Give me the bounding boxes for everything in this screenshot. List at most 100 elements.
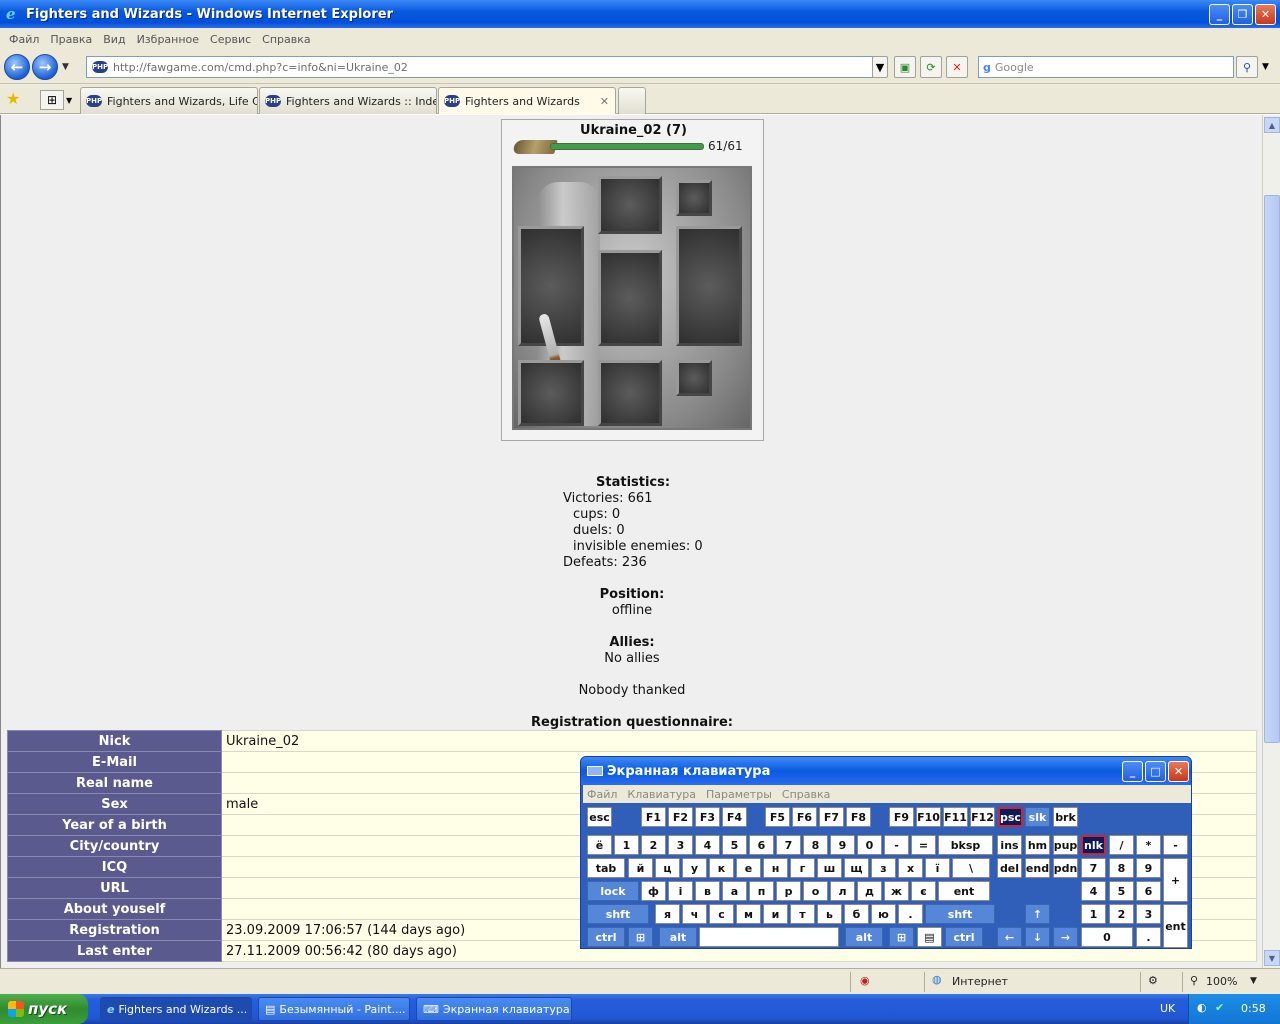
osk-key[interactable]: alt (659, 927, 697, 947)
back-button[interactable]: ← (4, 54, 30, 80)
clock[interactable]: 0:58 (1241, 1002, 1266, 1015)
osk-key[interactable]: shft (925, 904, 995, 924)
favorites-star-icon[interactable]: ★ (6, 89, 20, 108)
osk-key[interactable]: п (749, 881, 774, 901)
osk-key[interactable]: р (776, 881, 801, 901)
osk-key[interactable]: 6 (1136, 881, 1161, 901)
page-scrollbar[interactable]: ▲ ▼ (1262, 115, 1280, 968)
osk-key[interactable]: 3 (1136, 904, 1161, 924)
osk-key[interactable]: F11 (943, 807, 968, 827)
search-input[interactable]: g Google (978, 56, 1234, 78)
task-paint[interactable]: ▤ Безымянный - Paint.... (258, 997, 410, 1021)
osk-menu-help[interactable]: Справка (782, 788, 830, 801)
osk-down-arrow-icon[interactable]: ↓ (1025, 927, 1050, 947)
osk-key[interactable]: / (1109, 835, 1134, 855)
scroll-thumb[interactable] (1264, 195, 1280, 743)
osk-menu-key-icon[interactable]: ▤ (917, 927, 942, 947)
forward-button[interactable]: → (32, 54, 58, 80)
osk-key[interactable]: F1 (641, 807, 666, 827)
osk-key[interactable]: і (668, 881, 693, 901)
osk-key[interactable]: bksp (938, 835, 993, 855)
osk-key[interactable]: F9 (889, 807, 914, 827)
osk-key[interactable]: shft (587, 904, 649, 924)
osk-key[interactable]: б (844, 904, 869, 924)
osk-key[interactable]: я (655, 904, 680, 924)
osk-key[interactable]: ї (925, 858, 950, 878)
osk-key[interactable]: del (997, 858, 1022, 878)
osk-key[interactable]: 0 (1081, 927, 1133, 947)
osk-key[interactable]: ж (884, 881, 909, 901)
osk-key[interactable]: з (871, 858, 896, 878)
osk-key[interactable]: и (763, 904, 788, 924)
osk-key[interactable]: 5 (722, 835, 747, 855)
menu-favorites[interactable]: Избранное (137, 33, 199, 46)
osk-key[interactable]: ф (641, 881, 666, 901)
osk-space-key[interactable] (699, 927, 839, 947)
language-indicator[interactable]: UK (1160, 1002, 1175, 1015)
osk-key[interactable]: х (898, 858, 923, 878)
osk-key[interactable]: н (763, 858, 788, 878)
osk-key[interactable]: 9 (830, 835, 855, 855)
on-screen-keyboard-window[interactable]: Экранная клавиатура _ □ ✕ Файл Клавиатур… (580, 756, 1192, 949)
menu-edit[interactable]: Правка (50, 33, 92, 46)
equipment-slot-amulet[interactable] (676, 180, 712, 216)
equipment-slot-boots[interactable] (598, 360, 662, 426)
osk-key[interactable]: slk (1025, 807, 1050, 827)
osk-key[interactable]: psc (998, 807, 1023, 827)
search-icon[interactable]: ⚲ (1236, 56, 1258, 78)
osk-key[interactable]: ent (1163, 904, 1188, 948)
zoom-icon[interactable]: ⚲ (1190, 974, 1198, 987)
osk-key[interactable]: ent (938, 881, 990, 901)
osk-key[interactable]: F3 (695, 807, 720, 827)
osk-key[interactable]: ctrl (587, 927, 625, 947)
refresh-icon[interactable]: ⟳ (920, 56, 942, 78)
osk-key[interactable]: . (898, 904, 923, 924)
osk-key[interactable]: tab (587, 858, 625, 878)
osk-key[interactable]: о (803, 881, 828, 901)
osk-key[interactable]: ins (997, 835, 1022, 855)
osk-key[interactable]: ё (587, 835, 612, 855)
tab-fighters-wizards[interactable]: PHP Fighters and Wizards ✕ (438, 87, 616, 114)
osk-key[interactable]: щ (844, 858, 869, 878)
osk-key[interactable]: ш (817, 858, 842, 878)
osk-key[interactable]: 4 (695, 835, 720, 855)
tab-list-dropdown-icon[interactable]: ▼ (66, 96, 72, 105)
osk-right-arrow-icon[interactable]: → (1053, 927, 1078, 947)
osk-key[interactable]: alt (845, 927, 883, 947)
osk-key[interactable]: 2 (1109, 904, 1134, 924)
osk-key[interactable]: \ (952, 858, 990, 878)
osk-key[interactable]: е (736, 858, 761, 878)
osk-key[interactable]: F4 (722, 807, 747, 827)
osk-title-bar[interactable]: Экранная клавиатура _ □ ✕ (581, 757, 1191, 785)
osk-key[interactable]: г (790, 858, 815, 878)
close-tab-icon[interactable]: ✕ (600, 95, 609, 108)
scroll-up-icon[interactable]: ▲ (1264, 117, 1280, 133)
search-options-icon[interactable]: ▼ (1262, 62, 1269, 72)
menu-view[interactable]: Вид (103, 33, 125, 46)
maximize-button[interactable]: ❐ (1232, 4, 1253, 25)
close-button[interactable]: ✕ (1255, 4, 1276, 25)
osk-key[interactable]: й (628, 858, 653, 878)
osk-close-button[interactable]: ✕ (1168, 761, 1189, 782)
history-dropdown-icon[interactable]: ▼ (62, 62, 69, 72)
osk-key[interactable]: F10 (916, 807, 941, 827)
osk-key[interactable]: end (1025, 858, 1050, 878)
equipment-slot-head[interactable] (598, 176, 662, 234)
osk-left-arrow-icon[interactable]: ← (997, 927, 1022, 947)
osk-menu-settings[interactable]: Параметры (706, 788, 772, 801)
zoom-dropdown-icon[interactable]: ▼ (1250, 976, 1257, 986)
equipment-slot-gloves[interactable] (518, 360, 584, 426)
security-shield-icon[interactable]: ✔ (1215, 1001, 1224, 1014)
privacy-icon[interactable]: ◉ (860, 974, 870, 987)
tab-life-city[interactable]: PHP Fighters and Wizards, Life City (80, 87, 258, 114)
osk-key[interactable]: 6 (749, 835, 774, 855)
osk-key[interactable]: hm (1025, 835, 1050, 855)
osk-key[interactable]: 3 (668, 835, 693, 855)
menu-help[interactable]: Справка (262, 33, 310, 46)
osk-key[interactable]: 0 (857, 835, 882, 855)
task-ie[interactable]: e Fighters and Wizards ... (100, 997, 252, 1021)
osk-key[interactable]: ч (682, 904, 707, 924)
osk-key[interactable]: д (857, 881, 882, 901)
start-button[interactable]: пуск (0, 994, 88, 1024)
osk-key[interactable]: pdn (1053, 858, 1078, 878)
